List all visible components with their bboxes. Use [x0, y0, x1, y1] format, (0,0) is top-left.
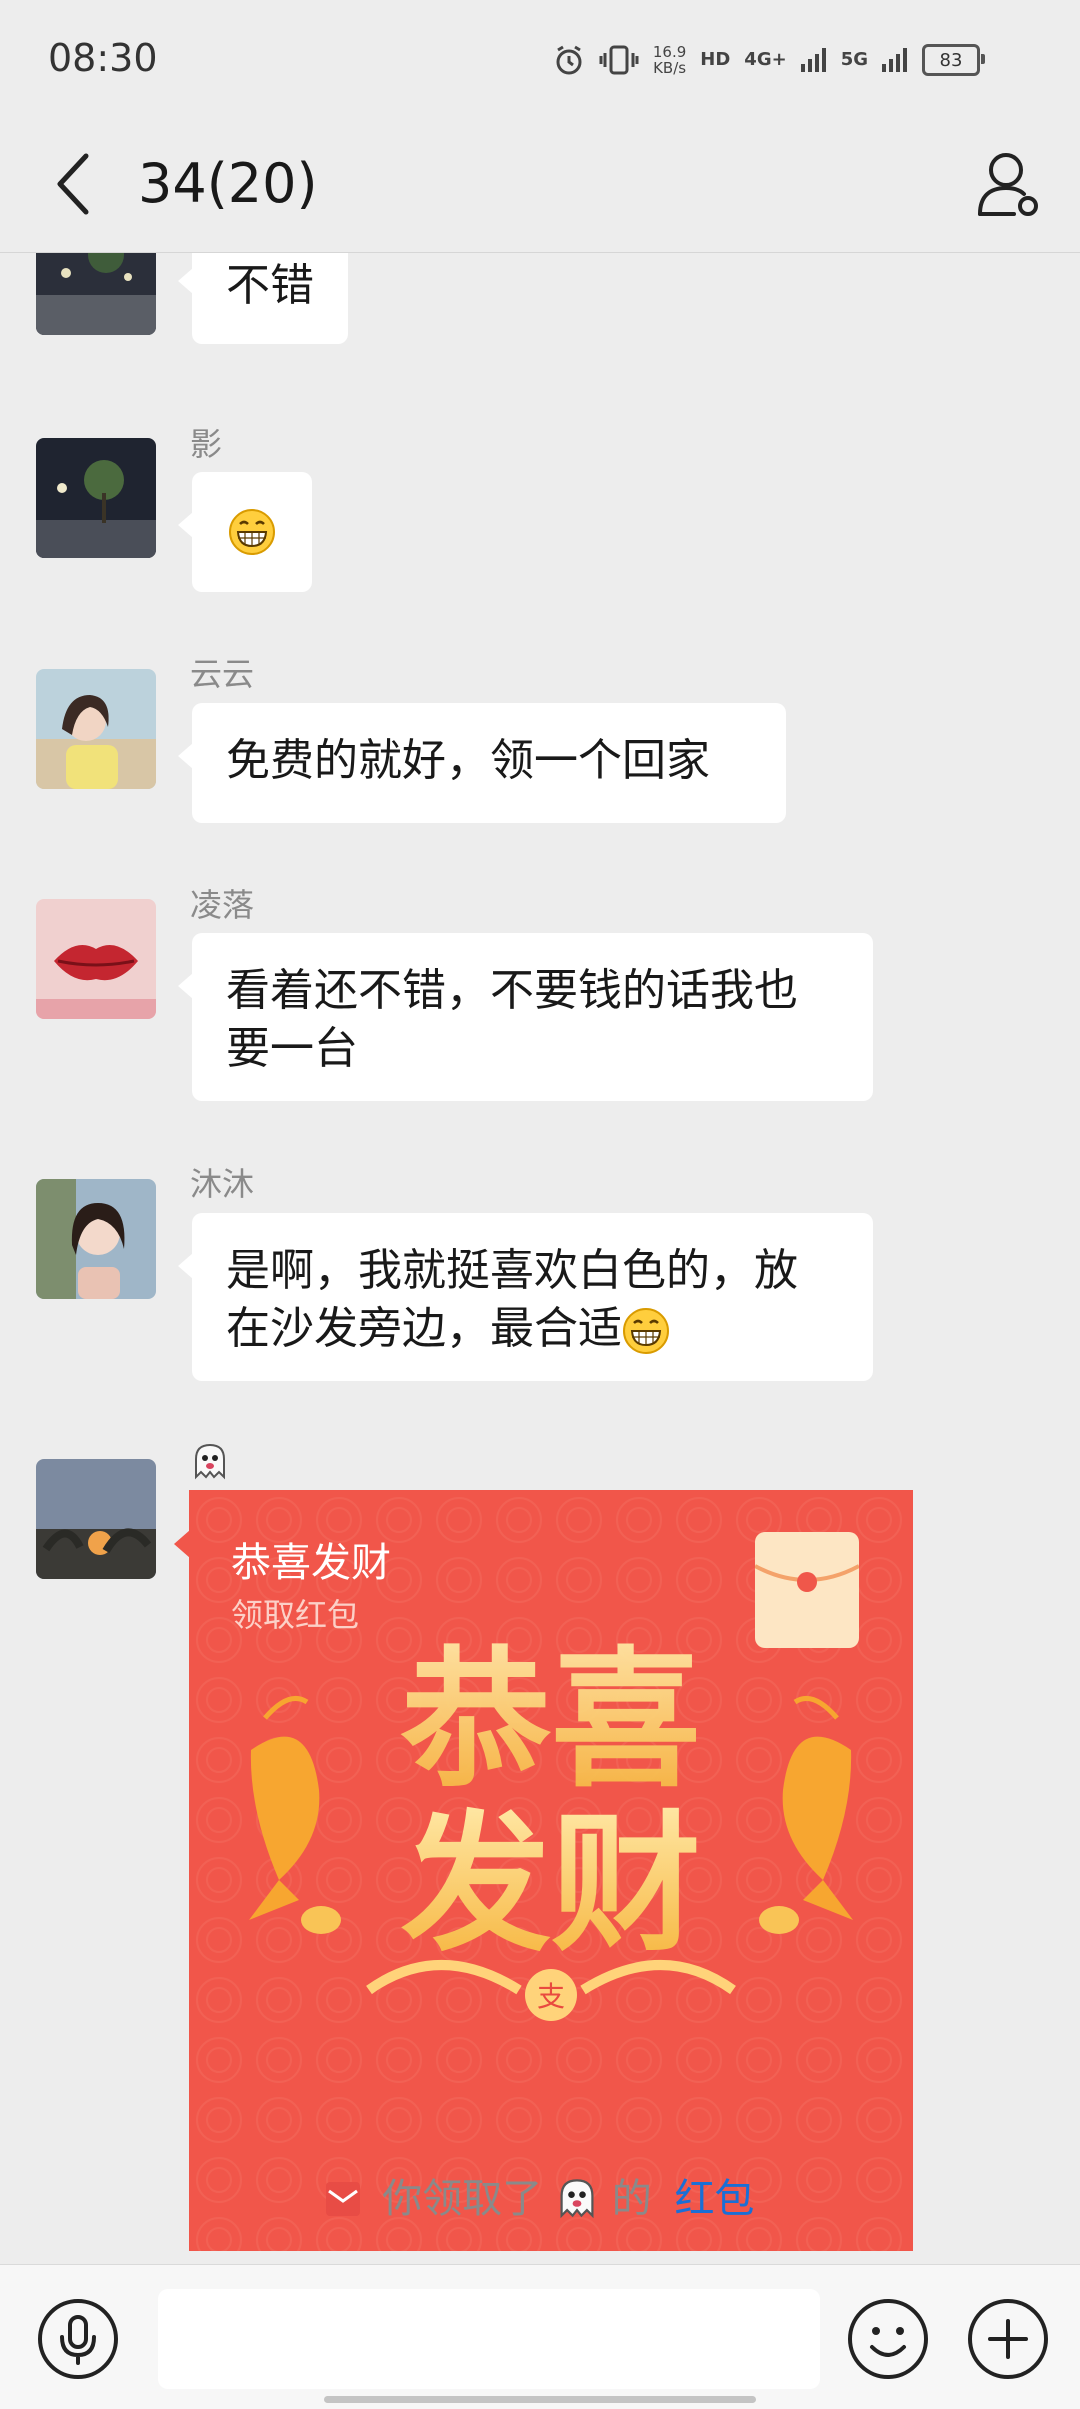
- home-indicator[interactable]: [324, 2396, 756, 2403]
- red-packet-title: 恭喜发财: [231, 1540, 391, 1586]
- message-bubble[interactable]: 看着还不错，不要钱的话我也要一台: [178, 933, 873, 1101]
- plus-icon[interactable]: [966, 2297, 1050, 2381]
- ghost-emoji-icon: [560, 2179, 594, 2219]
- hd-label: HD: [700, 49, 731, 70]
- red-packet-mail-icon: [325, 2182, 360, 2216]
- emoji-icon[interactable]: [846, 2297, 930, 2381]
- art-title-line2: 发财: [401, 1798, 701, 1972]
- voice-input-icon[interactable]: [36, 2297, 120, 2381]
- message-text: 是啊，我就挺喜欢白色的，放在沙发旁边，最合适: [226, 1245, 798, 1354]
- signal-icon: [882, 48, 907, 72]
- battery-level: 83: [939, 49, 963, 71]
- message-bubble[interactable]: [178, 472, 312, 592]
- status-icons: 16.9 KB/s HD 4G+ 5G 83: [553, 40, 985, 80]
- network-speed: 16.9 KB/s: [652, 43, 687, 77]
- grin-emoji-icon: [229, 509, 275, 555]
- avatar[interactable]: [36, 669, 156, 789]
- vibrate-icon: [599, 45, 639, 75]
- avatar[interactable]: [36, 253, 156, 335]
- art-title-line1: 恭喜: [400, 1634, 701, 1808]
- avatar[interactable]: [36, 1179, 156, 1299]
- status-bar: 08:30 16.9 KB/s HD 4G+ 5G 83: [0, 0, 1080, 120]
- message-input[interactable]: [158, 2289, 820, 2389]
- battery-indicator: 83: [922, 44, 985, 76]
- system-message: 你领取了 的 红包: [0, 2166, 1080, 2224]
- avatar[interactable]: [36, 438, 156, 558]
- grin-emoji-icon: [623, 1308, 669, 1354]
- avatar[interactable]: [36, 899, 156, 1019]
- message-bubble[interactable]: 是啊，我就挺喜欢白色的，放在沙发旁边，最合适: [178, 1213, 873, 1381]
- sender-name: 云云: [190, 655, 255, 693]
- message-list[interactable]: 不错 影 云云 免费的就好，领一个回家 凌落 看着还不错，不要钱的话我也要一台 …: [0, 253, 1080, 2251]
- system-message-prefix: 你领取了: [382, 2176, 543, 2222]
- sender-name: 凌落: [190, 886, 255, 924]
- sender-name: 沐沐: [190, 1165, 255, 1203]
- back-arrow-icon[interactable]: [50, 150, 98, 218]
- status-time: 08:30: [48, 36, 158, 80]
- ghost-emoji-icon: [195, 1443, 225, 1480]
- system-message-middle: 的: [611, 2176, 652, 2222]
- svg-text:支: 支: [537, 1980, 565, 2013]
- chat-header: 34(20): [0, 120, 1080, 253]
- input-bar: [0, 2264, 1080, 2409]
- red-packet-link[interactable]: 红包: [674, 2176, 754, 2222]
- avatar[interactable]: [36, 1459, 156, 1579]
- red-packet-card[interactable]: 恭喜 发财 支 恭喜发财 领取红包: [174, 1490, 913, 2251]
- signal-icon: [800, 48, 826, 72]
- network-4g-label: 4G+: [744, 49, 787, 70]
- group-info-icon[interactable]: [976, 148, 1042, 220]
- message-bubble[interactable]: 免费的就好，领一个回家: [178, 703, 786, 823]
- envelope-icon: [755, 1532, 859, 1648]
- chat-title: 34(20): [138, 152, 318, 215]
- red-packet-subtitle: 领取红包: [231, 1596, 360, 1634]
- alarm-icon: [556, 45, 582, 75]
- sender-name: 影: [190, 425, 223, 463]
- message-bubble[interactable]: 不错: [178, 253, 348, 344]
- network-5g-label: 5G: [840, 49, 868, 70]
